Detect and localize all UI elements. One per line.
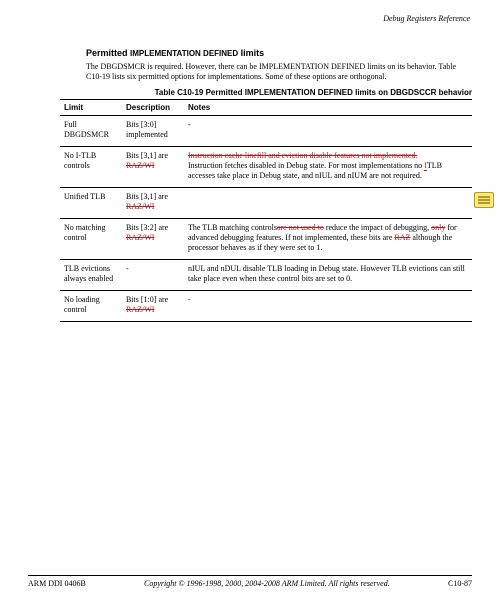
title-prefix: Permitted (86, 48, 130, 58)
limits-table: Limit Description Notes Full DBGDSMCR Bi… (60, 99, 472, 322)
cell-notes: The TLB matching controlsare not used to… (184, 219, 472, 260)
desc-text: Bits [3,1] are (126, 151, 168, 160)
inserted-char: I (424, 161, 427, 171)
table-row: TLB evictions always enabled - nIUL and … (60, 260, 472, 291)
notes-del2: only (431, 223, 445, 232)
cell-notes: nIUL and nDUL disable TLB loading in Deb… (184, 260, 472, 291)
cell-notes: Instruction cache linefill and eviction … (184, 147, 472, 188)
desc-text: Bits [1:0] are (126, 295, 168, 304)
cell-notes: - (184, 116, 472, 147)
table-header-row: Limit Description Notes (60, 100, 472, 116)
table-row: Unified TLB Bits [3,1] are RAZ/WI (60, 188, 472, 219)
desc-text: Bits [3,1] are (126, 192, 168, 201)
notes-raz: RAZ (394, 233, 410, 242)
cell-desc: Bits [1:0] are RAZ/WI (122, 291, 184, 322)
title-smallcaps: IMPLEMENTATION DEFINED (130, 49, 238, 58)
cell-limit: Unified TLB (60, 188, 122, 219)
caption-smallcaps: IMPLEMENTATION DEFINED (245, 88, 353, 97)
cell-notes (184, 188, 472, 219)
desc-deleted: RAZ/WI (126, 161, 154, 170)
notes-del1: are not used to (277, 223, 324, 232)
cell-desc: Bits [3,1] are RAZ/WI (122, 188, 184, 219)
cell-desc: - (122, 260, 184, 291)
col-notes: Notes (184, 100, 472, 116)
caption-suffix: limits on DBGDSCCR behavior (353, 88, 472, 97)
running-header: Debug Registers Reference (383, 14, 470, 23)
col-description: Description (122, 100, 184, 116)
cell-limit: No I-TLB controls (60, 147, 122, 188)
section-title: Permitted IMPLEMENTATION DEFINED limits (86, 48, 472, 58)
comment-annotation-icon[interactable] (474, 192, 494, 208)
desc-deleted: RAZ/WI (126, 305, 154, 314)
cell-desc: Bits [3,1] are RAZ/WI (122, 147, 184, 188)
page-footer: ARM DDI 0406B Copyright © 1996-1998, 200… (28, 579, 472, 588)
footer-center: Copyright © 1996-1998, 2000, 2004-2008 A… (144, 579, 390, 588)
notes-mid: reduce the impact of debugging, (324, 223, 431, 232)
cell-limit: No matching control (60, 219, 122, 260)
intro-paragraph: The DBGDSMCR is required. However, there… (86, 62, 472, 82)
cell-desc: Bits [3:2] are RAZ/WI (122, 219, 184, 260)
notes-pre: The TLB matching controls (188, 223, 277, 232)
title-suffix: limits (238, 48, 264, 58)
cell-limit: TLB evictions always enabled (60, 260, 122, 291)
cell-limit: No loading control (60, 291, 122, 322)
page-body: Debug Registers Reference Permitted IMPL… (0, 0, 500, 322)
desc-deleted: RAZ/WI (126, 233, 154, 242)
table-caption: Table C10-19 Permitted IMPLEMENTATION DE… (60, 88, 472, 97)
col-limit: Limit (60, 100, 122, 116)
caption-prefix: Table C10-19 Permitted (155, 88, 245, 97)
cell-notes: - (184, 291, 472, 322)
footer-rule (28, 575, 472, 576)
desc-deleted: RAZ/WI (126, 202, 154, 211)
footer-left: ARM DDI 0406B (28, 579, 86, 588)
table-row: No loading control Bits [1:0] are RAZ/WI… (60, 291, 472, 322)
footer-right: C10-87 (448, 579, 472, 588)
cell-limit: Full DBGDSMCR (60, 116, 122, 147)
cell-desc: Bits [3:0] implemented (122, 116, 184, 147)
table-row: Full DBGDSMCR Bits [3:0] implemented - (60, 116, 472, 147)
table-row: No I-TLB controls Bits [3,1] are RAZ/WI … (60, 147, 472, 188)
desc-text: Bits [3:2] are (126, 223, 168, 232)
notes-text: Instruction fetches disabled in Debug st… (188, 161, 442, 180)
notes-deleted: Instruction cache linefill and eviction … (188, 151, 417, 160)
table-row: No matching control Bits [3:2] are RAZ/W… (60, 219, 472, 260)
